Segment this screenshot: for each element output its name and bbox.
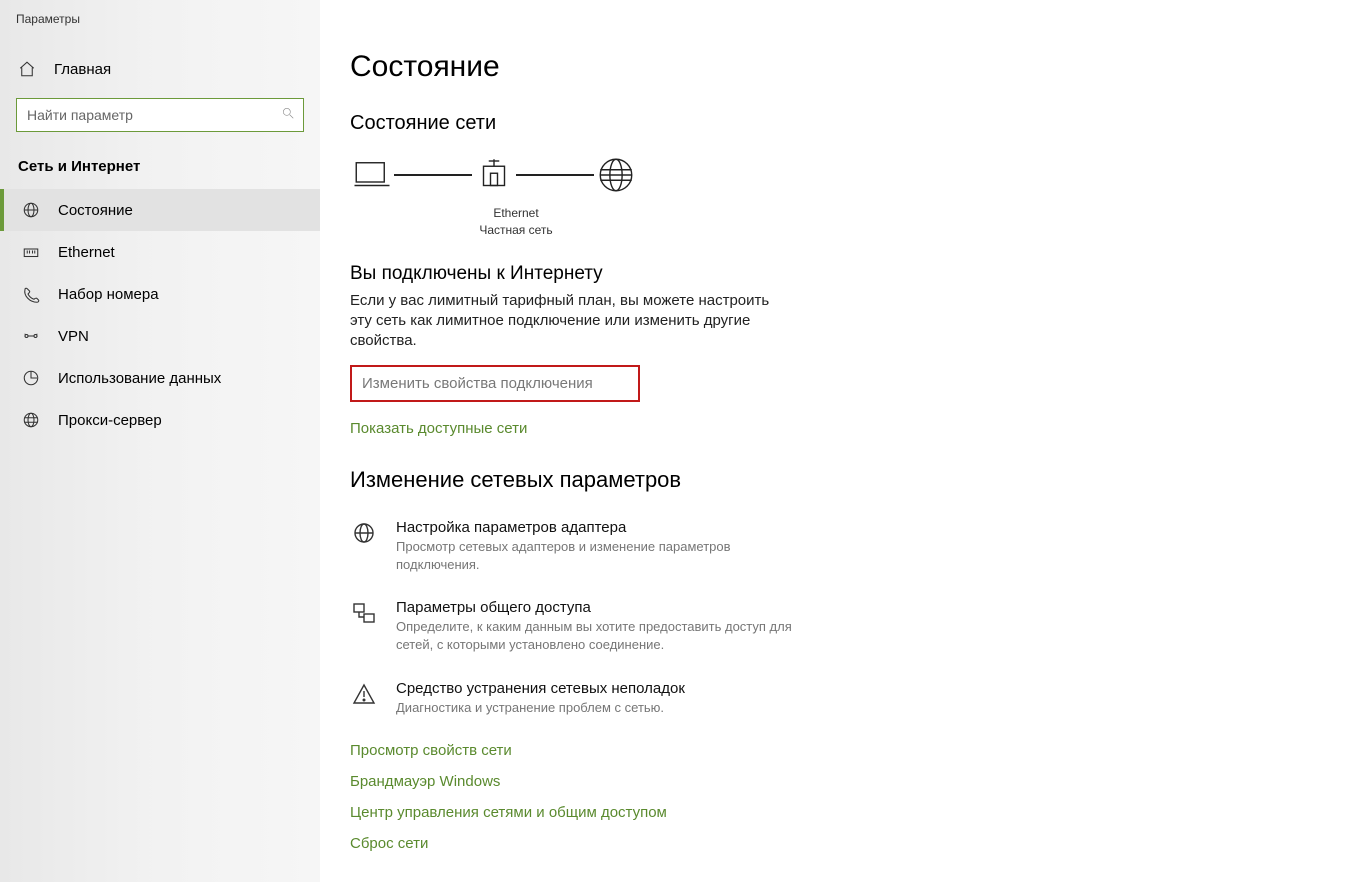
dialup-icon [22,285,40,303]
network-diagram [350,153,1328,197]
computer-icon [350,153,394,197]
page-title: Состояние [350,50,1328,84]
sidebar-item-dialup[interactable]: Набор номера [0,273,320,315]
main-content: Состояние Состояние сети Ethernet Частна… [320,0,1368,882]
link-view-network-properties[interactable]: Просмотр свойств сети [350,742,1328,759]
change-connection-properties-link[interactable]: Изменить свойства подключения [350,365,640,402]
option-desc: Просмотр сетевых адаптеров и изменение п… [396,538,810,573]
diagram-labels: Ethernet Частная сеть [466,205,566,239]
sidebar-item-label: Набор номера [58,286,159,303]
diagram-line [394,174,472,176]
option-title: Настройка параметров адаптера [396,519,810,536]
sidebar-item-label: Состояние [58,202,133,219]
link-network-reset[interactable]: Сброс сети [350,835,1328,852]
search-input[interactable] [27,107,281,123]
warning-icon [350,680,378,717]
sidebar-item-label: Прокси-сервер [58,412,162,429]
search-wrap [0,88,320,154]
option-desc: Определите, к каким данным вы хотите пре… [396,618,810,653]
option-troubleshoot[interactable]: Средство устранения сетевых неполадок Ди… [350,680,810,717]
sidebar-item-proxy[interactable]: Прокси-сервер [0,399,320,441]
option-desc: Диагностика и устранение проблем с сетью… [396,699,810,717]
option-adapter-settings[interactable]: Настройка параметров адаптера Просмотр с… [350,519,810,573]
search-icon [281,106,295,125]
option-title: Средство устранения сетевых неполадок [396,680,810,697]
option-sharing-settings[interactable]: Параметры общего доступа Определите, к к… [350,599,810,653]
ethernet-icon [22,243,40,261]
nav-home[interactable]: Главная [0,50,320,88]
sidebar-section-label: Сеть и Интернет [0,154,320,189]
sidebar-item-datausage[interactable]: Использование данных [0,357,320,399]
connected-desc: Если у вас лимитный тарифный план, вы мо… [350,291,780,352]
link-network-sharing-center[interactable]: Центр управления сетями и общим доступом [350,804,1328,821]
link-windows-firewall[interactable]: Брандмауэр Windows [350,773,1328,790]
router-icon [472,153,516,197]
sidebar-item-label: Использование данных [58,370,221,387]
sidebar-item-ethernet[interactable]: Ethernet [0,231,320,273]
datausage-icon [22,369,40,387]
proxy-icon [22,411,40,429]
sidebar-item-label: Ethernet [58,244,115,261]
sidebar-item-status[interactable]: Состояние [0,189,320,231]
sidebar: Параметры Главная Сеть и Интернет Состоя… [0,0,320,882]
window-title: Параметры [0,12,320,50]
change-settings-heading: Изменение сетевых параметров [350,467,1328,493]
nav-home-label: Главная [54,61,111,78]
sidebar-item-label: VPN [58,328,89,345]
vpn-icon [22,327,40,345]
show-available-networks-link[interactable]: Показать доступные сети [350,420,1328,437]
status-icon [22,201,40,219]
option-title: Параметры общего доступа [396,599,810,616]
home-icon [18,60,36,78]
globe-icon [594,153,638,197]
adapter-settings-icon [350,519,378,573]
diagram-line [516,174,594,176]
connected-heading: Вы подключены к Интернету [350,263,1328,285]
sidebar-item-vpn[interactable]: VPN [0,315,320,357]
sharing-icon [350,599,378,653]
network-status-heading: Состояние сети [350,112,1328,135]
adapter-name: Ethernet [466,205,566,222]
search-box[interactable] [16,98,304,132]
network-type: Частная сеть [466,222,566,239]
